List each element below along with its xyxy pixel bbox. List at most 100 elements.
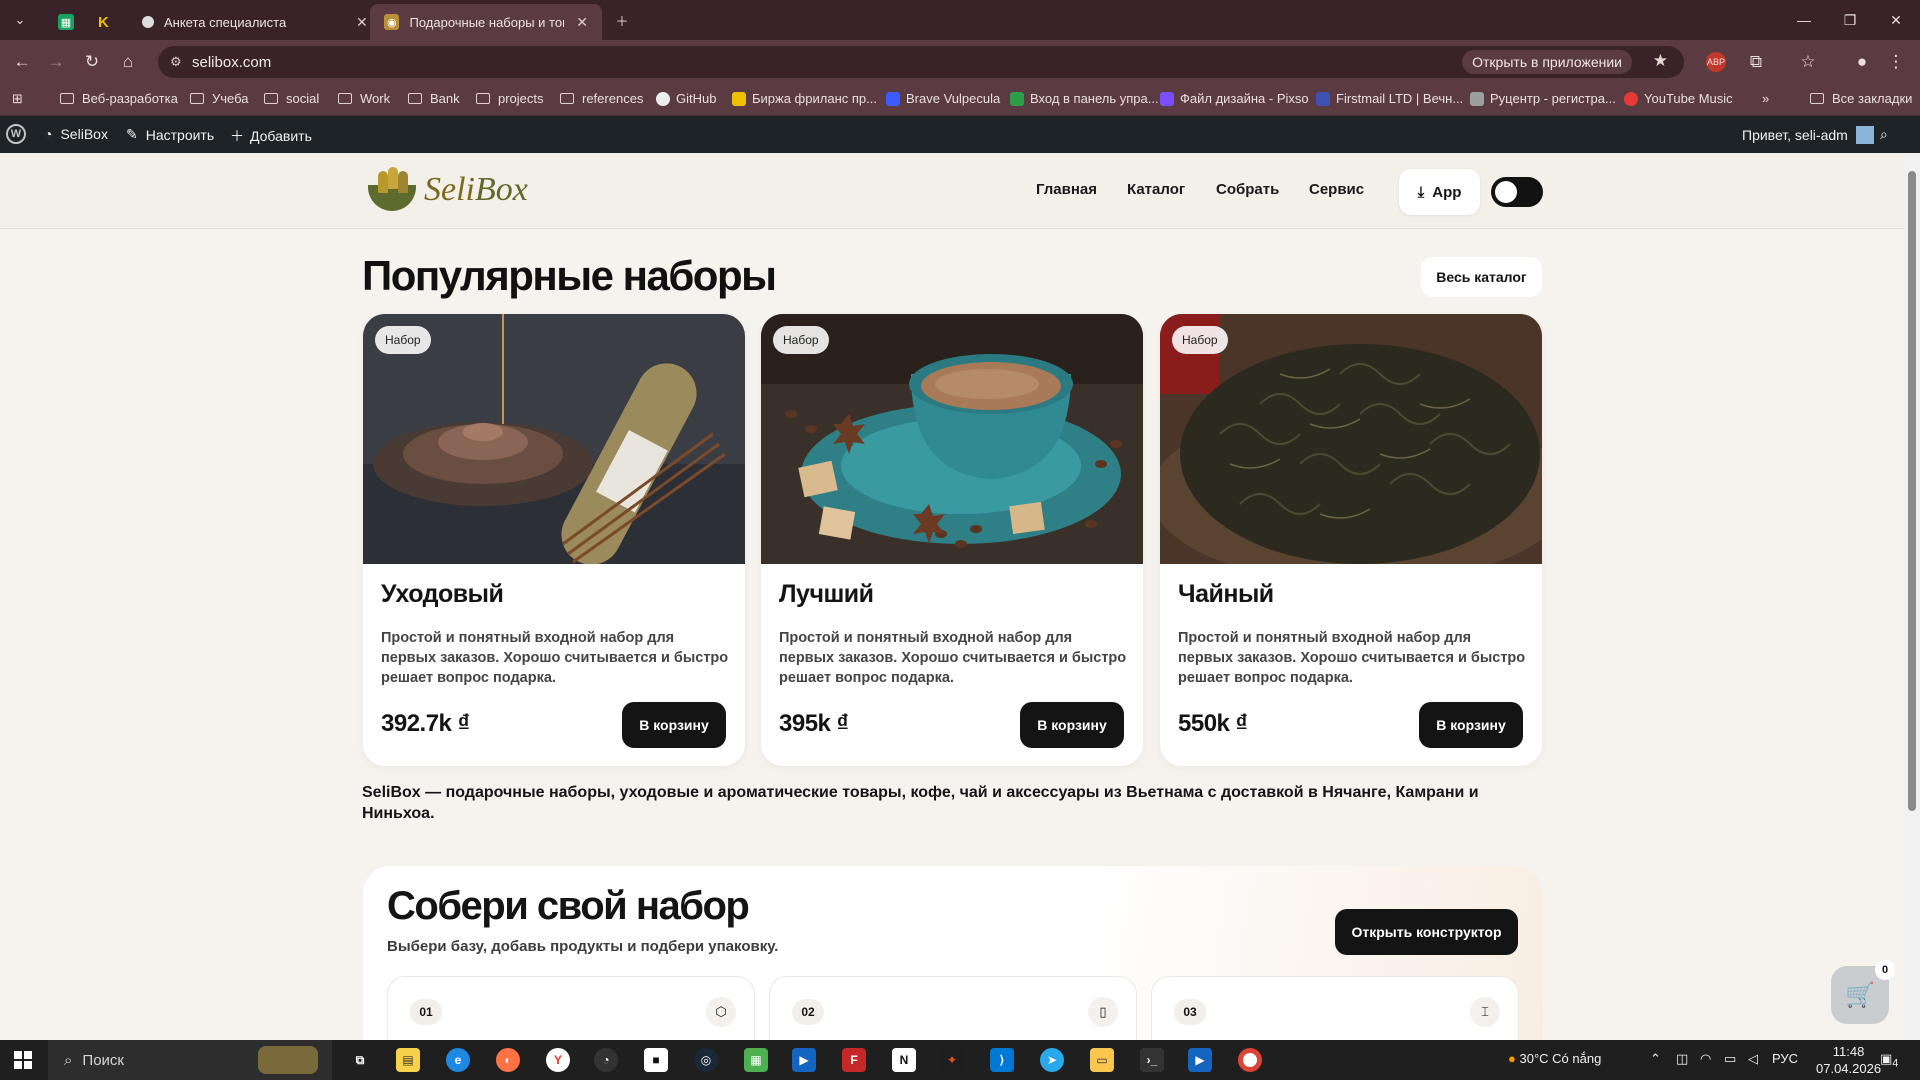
tab-k[interactable]: K (84, 4, 128, 40)
address-bar[interactable]: ⚙ selibox.com Открыть в приложении ★ (158, 46, 1684, 78)
app-download-button[interactable]: ⤓ App (1399, 169, 1480, 215)
weather[interactable]: ● 30°C Có nắng (1508, 1051, 1601, 1066)
steam-icon[interactable]: ◎ (694, 1048, 718, 1072)
remote-icon[interactable]: ▶ (792, 1048, 816, 1072)
tab-selibox[interactable]: ◉ Подарочные наборы и товары ✕ (370, 4, 602, 40)
tray-chevron-icon[interactable]: ⌃ (1650, 1051, 1661, 1067)
tab-sheets[interactable]: ▦ (44, 4, 88, 40)
bookmark-item[interactable]: Биржа фриланс пр... (732, 91, 877, 106)
vscode-icon[interactable]: ⟩ (990, 1048, 1014, 1072)
floating-cart-button[interactable]: 🛒 0 (1831, 960, 1895, 1024)
wp-account[interactable]: Привет, seli-adm (1742, 126, 1874, 144)
filezilla-icon[interactable]: F (842, 1048, 866, 1072)
adblock-icon[interactable]: ABP (1706, 52, 1726, 72)
bookmark-item[interactable]: Bank (408, 91, 460, 106)
bookmark-item[interactable]: Учеба (190, 91, 249, 106)
open-in-app-button[interactable]: Открыть в приложении (1462, 50, 1632, 74)
notion-icon[interactable]: N (892, 1048, 916, 1072)
tray-meet-icon[interactable]: ◫ (1676, 1051, 1688, 1067)
terminal-icon[interactable]: ›_ (1140, 1048, 1164, 1072)
yandex-icon[interactable]: Y (546, 1048, 570, 1072)
close-window-icon[interactable]: ✕ (1873, 6, 1919, 34)
constructor-panel: Собери свой набор Выбери базу, добавь пр… (363, 866, 1543, 1056)
tab-search-chevron-icon[interactable]: ⌄ (8, 8, 32, 32)
menu-kebab-icon[interactable]: ⋮ (1884, 50, 1908, 74)
figma-icon[interactable]: ✦ (940, 1048, 964, 1072)
bookmark-item[interactable]: Firstmail LTD | Вечн... (1316, 91, 1463, 106)
bookmark-item[interactable]: social (264, 91, 319, 106)
bookmark-star-icon[interactable]: ★ (1653, 51, 1668, 71)
close-icon[interactable]: ✕ (356, 14, 368, 31)
chrome-icon[interactable] (1238, 1048, 1262, 1072)
nav-build[interactable]: Собрать (1216, 181, 1279, 198)
bookmark-item[interactable]: Файл дизайна - Pixso (1160, 91, 1309, 106)
bookmark-item[interactable]: Руцентр - регистра... (1470, 91, 1616, 106)
apps-grid-icon[interactable]: ⊞ (12, 91, 23, 107)
sticky-notes-icon[interactable]: ▤ (396, 1048, 420, 1072)
scrollbar-thumb[interactable] (1908, 171, 1916, 811)
add-to-cart-button[interactable]: В корзину (622, 702, 726, 748)
wp-site-link[interactable]: ◔ SeliBox (44, 126, 108, 142)
more-bookmarks-icon[interactable]: » (1762, 91, 1769, 106)
wp-search-icon[interactable]: ⌕ (1880, 126, 1888, 143)
nav-home[interactable]: Главная (1036, 181, 1097, 198)
all-catalog-button[interactable]: Весь каталог (1421, 257, 1542, 297)
bookmarks-icon[interactable]: ☆ (1796, 50, 1820, 74)
product-card[interactable]: Набор Уходовый Простой и понятный входно… (363, 314, 745, 766)
rucenter-icon (1470, 91, 1484, 106)
extensions-icon[interactable]: ⧉ (1744, 50, 1768, 74)
selibox-favicon-icon: ◉ (384, 14, 400, 30)
back-icon[interactable]: ← (10, 50, 34, 74)
bookmark-item[interactable]: Brave Vulpecula (886, 91, 1000, 106)
keyboard-language[interactable]: РУС (1772, 1051, 1798, 1066)
notion-like-icon[interactable]: ■ (644, 1048, 668, 1072)
powershell-icon[interactable]: ▶ (1188, 1048, 1212, 1072)
bookmark-item[interactable]: projects (476, 91, 544, 106)
bookmark-item[interactable]: Вход в панель упра... (1010, 91, 1159, 106)
new-tab-plus-icon[interactable]: ＋ (610, 8, 634, 32)
edge-icon[interactable]: e (446, 1048, 470, 1072)
wordpress-logo-icon[interactable]: W (6, 124, 26, 144)
site-info-icon[interactable]: ⚙ (170, 54, 182, 70)
page-scrollbar[interactable] (1904, 153, 1920, 1040)
close-icon[interactable]: ✕ (576, 14, 588, 31)
theme-toggle[interactable] (1491, 177, 1543, 207)
bookmark-item[interactable]: YouTube Music (1624, 91, 1733, 106)
wifi-icon[interactable]: ◠ (1700, 1051, 1711, 1067)
volume-icon[interactable]: ◁ (1748, 1051, 1758, 1067)
forward-icon[interactable]: → (44, 50, 68, 74)
profile-avatar[interactable]: ● (1850, 50, 1874, 74)
minimize-icon[interactable]: — (1781, 6, 1827, 34)
wp-add-link[interactable]: ＋ Добавить (230, 126, 312, 146)
bookmark-item[interactable]: Work (338, 91, 390, 106)
bookmark-item[interactable]: references (560, 91, 643, 106)
file-explorer-icon[interactable]: ▭ (1090, 1048, 1114, 1072)
firefox-icon[interactable]: ◐ (496, 1048, 520, 1072)
site-logo[interactable]: SeliBox (364, 167, 528, 213)
taskbar-search[interactable]: ⌕ Поиск (48, 1040, 332, 1080)
nav-catalog[interactable]: Каталог (1127, 181, 1185, 198)
windows-start-icon[interactable] (14, 1051, 32, 1069)
task-view-icon[interactable]: ⧉ (348, 1048, 372, 1072)
telegram-icon[interactable]: ➤ (1040, 1048, 1064, 1072)
bookmark-item[interactable]: Веб-разработка (60, 91, 178, 106)
nav-service[interactable]: Сервис (1309, 181, 1364, 198)
reload-icon[interactable]: ↻ (80, 50, 104, 74)
notification-center-icon[interactable]: ▣4 (1880, 1051, 1898, 1070)
speed-icon[interactable]: ◔ (594, 1048, 618, 1072)
add-to-cart-button[interactable]: В корзину (1020, 702, 1124, 748)
restore-icon[interactable]: ❐ (1827, 6, 1873, 34)
tab-anketa[interactable]: Анкета специалиста ✕ (128, 4, 382, 40)
battery-icon[interactable]: ▭ (1724, 1051, 1736, 1067)
all-bookmarks[interactable]: Все закладки (1810, 91, 1912, 106)
home-icon[interactable]: ⌂ (116, 50, 140, 74)
product-card[interactable]: Набор Лучший Простой и понятный входной … (761, 314, 1143, 766)
calculator-icon[interactable]: ▦ (744, 1048, 768, 1072)
clock[interactable]: 11:48 07.04.2026 (1816, 1043, 1881, 1077)
wp-customize-link[interactable]: ✎ Настроить (126, 126, 214, 143)
add-to-cart-button[interactable]: В корзину (1419, 702, 1523, 748)
bookmark-item[interactable]: GitHub (656, 91, 716, 106)
open-constructor-button[interactable]: Открыть конструктор (1335, 909, 1518, 955)
product-card[interactable]: Набор Чайный Простой и понятный входной … (1160, 314, 1542, 766)
clock-date: 07.04.2026 (1816, 1061, 1882, 1076)
